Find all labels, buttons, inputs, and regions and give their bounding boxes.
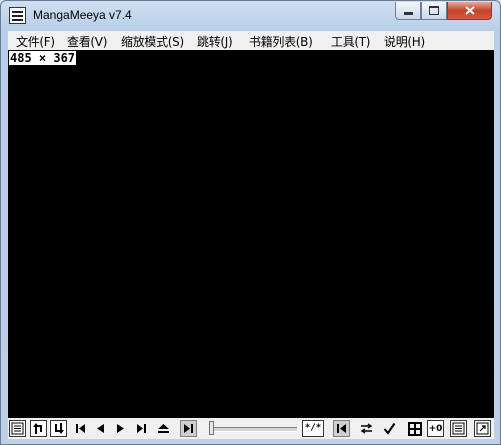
eject-icon xyxy=(158,424,169,433)
menu-book-list[interactable]: 书籍列表(B) xyxy=(249,33,313,50)
skip-forward-icon xyxy=(137,424,146,433)
close-icon xyxy=(464,6,475,15)
menu-tools[interactable]: 工具(T) xyxy=(331,33,371,50)
slider-thumb[interactable] xyxy=(209,421,214,435)
rotate-down-icon xyxy=(55,423,64,434)
check-button[interactable] xyxy=(381,420,398,437)
page-mode-button[interactable] xyxy=(333,420,350,437)
offset-button[interactable]: +0 xyxy=(427,420,444,437)
page-indicator[interactable]: */* xyxy=(302,420,324,437)
text-list-button[interactable] xyxy=(450,420,467,437)
triangle-left-icon xyxy=(97,424,104,433)
menu-bar: 文件(F) 查看(V) 缩放模式(S) 跳转(J) 书籍列表(B) 工具(T) … xyxy=(8,31,494,50)
maximize-icon xyxy=(429,6,439,15)
thumbnail-grid-button[interactable] xyxy=(406,420,423,437)
autoplay-button[interactable] xyxy=(180,420,197,437)
minimize-icon xyxy=(403,12,413,15)
minimize-button[interactable] xyxy=(395,2,421,20)
skip-back-icon xyxy=(76,424,85,433)
swap-direction-button[interactable] xyxy=(358,420,375,437)
expand-icon xyxy=(476,422,489,435)
book-icon xyxy=(11,422,24,435)
menu-file[interactable]: 文件(F) xyxy=(16,33,55,50)
fullscreen-button[interactable] xyxy=(474,420,491,437)
image-size-label: 485 × 367 xyxy=(9,51,77,65)
triangle-right-icon xyxy=(117,424,124,433)
play-end-icon xyxy=(184,424,193,433)
close-button[interactable] xyxy=(447,2,492,20)
first-page-button[interactable] xyxy=(72,420,89,437)
bottom-toolbar: */* +0 xyxy=(8,418,494,439)
slider-track xyxy=(209,427,297,432)
previous-page-button[interactable] xyxy=(92,420,109,437)
last-page-button[interactable] xyxy=(133,420,150,437)
eject-button[interactable] xyxy=(155,420,172,437)
swap-arrows-icon xyxy=(360,423,373,434)
app-icon[interactable] xyxy=(9,7,26,24)
rotate-right-button[interactable] xyxy=(50,420,67,437)
app-window: MangaMeeya v7.4 文件(F) 查看(V) 缩放模式(S) 跳转(J… xyxy=(0,0,501,445)
list-icon xyxy=(452,422,465,435)
maximize-button[interactable] xyxy=(421,2,447,20)
skip-back-icon xyxy=(337,424,346,433)
title-bar[interactable]: MangaMeeya v7.4 xyxy=(1,1,500,31)
menu-jump[interactable]: 跳转(J) xyxy=(197,33,233,50)
image-viewport[interactable]: 485 × 367 xyxy=(8,50,494,418)
menu-view[interactable]: 查看(V) xyxy=(67,33,107,50)
checkmark-icon xyxy=(383,422,396,435)
menu-zoom-mode[interactable]: 缩放模式(S) xyxy=(121,33,184,50)
page-slider[interactable] xyxy=(207,421,299,437)
rotate-up-icon xyxy=(33,423,42,434)
grid-icon xyxy=(407,421,422,436)
next-page-button[interactable] xyxy=(112,420,129,437)
menu-help[interactable]: 说明(H) xyxy=(384,33,425,50)
window-title: MangaMeeya v7.4 xyxy=(33,8,132,22)
rotate-left-button[interactable] xyxy=(30,420,47,437)
book-list-button[interactable] xyxy=(9,420,26,437)
